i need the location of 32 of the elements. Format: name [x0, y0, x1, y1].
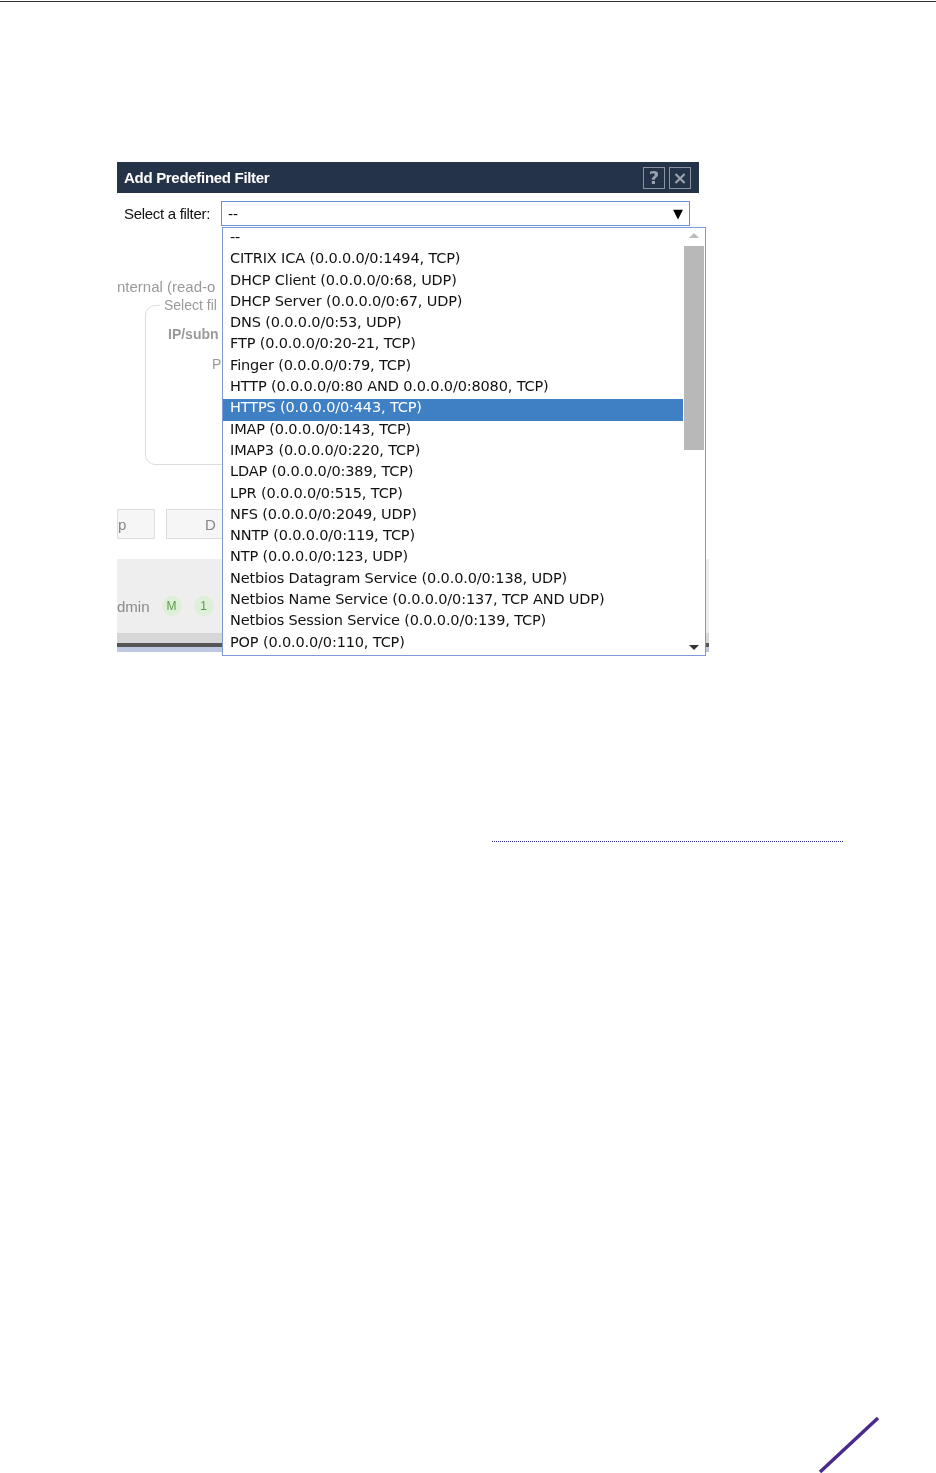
scrollbar-thumb[interactable]	[684, 246, 704, 450]
filter-dropdown[interactable]: -- ▼	[221, 201, 690, 226]
user-name: dmin	[117, 597, 150, 615]
help-button[interactable]: ?	[643, 166, 665, 189]
dropdown-option[interactable]: DHCP Server (0.0.0.0/0:67, UDP)	[223, 292, 683, 315]
dropdown-option[interactable]: DNS (0.0.0.0/0:53, UDP)	[223, 314, 683, 336]
dropdown-option[interactable]: CITRIX ICA (0.0.0.0/0:1494, TCP)	[223, 250, 683, 272]
dropdown-option[interactable]: Finger (0.0.0.0/0:79, TCP)	[223, 356, 683, 379]
dropdown-option[interactable]: LPR (0.0.0.0/0:515, TCP)	[223, 484, 683, 506]
dropdown-option[interactable]: LDAP (0.0.0.0/0:389, TCP)	[223, 463, 683, 485]
group-legend: Select fil	[160, 297, 221, 313]
dropdown-option[interactable]: IMAP3 (0.0.0.0/0:220, TCP)	[223, 441, 683, 464]
dropdown-option[interactable]: Netbios Name Service (0.0.0.0/0:137, TCP AND UDP)	[223, 591, 683, 613]
dropdown-option[interactable]: FTP (0.0.0.0/0:20-21, TCP)	[223, 335, 683, 357]
status-badge: M	[161, 596, 182, 616]
dropdown-option[interactable]: HTTP (0.0.0.0/0:80 AND 0.0.0.0/0:8080, TCP)	[223, 378, 683, 400]
dropdown-option[interactable]: NTP (0.0.0.0/0:123, UDP)	[223, 548, 683, 570]
field-label: P	[212, 356, 222, 372]
dropdown-option[interactable]: IMAP (0.0.0.0/0:143, TCP)	[223, 420, 683, 442]
slash-logo-icon	[818, 1416, 880, 1473]
dropdown-option[interactable]: Netbios Session Service (0.0.0.0/0:139, TCP)	[223, 612, 683, 634]
section-label: nternal (read-o	[117, 278, 216, 295]
dropdown-option[interactable]: --	[223, 229, 683, 251]
field-label: IP/subn	[168, 326, 219, 342]
dropdown-option[interactable]: Netbios Datagram Service (0.0.0.0/0:138, UDP)	[223, 569, 683, 592]
close-button[interactable]: ×	[669, 166, 691, 189]
dropdown-option[interactable]: POP (0.0.0.0/0:110, TCP)	[223, 633, 683, 655]
dialog-title: Add Predefined Filter	[124, 169, 271, 186]
status-badge: 1	[193, 596, 214, 616]
dropdown-option[interactable]: DHCP Client (0.0.0.0/0:68, UDP)	[223, 271, 683, 293]
filter-label: Select a filter:	[124, 205, 212, 222]
dropdown-option[interactable]: HTTPS (0.0.0.0/0:443, TCP)	[223, 399, 683, 421]
